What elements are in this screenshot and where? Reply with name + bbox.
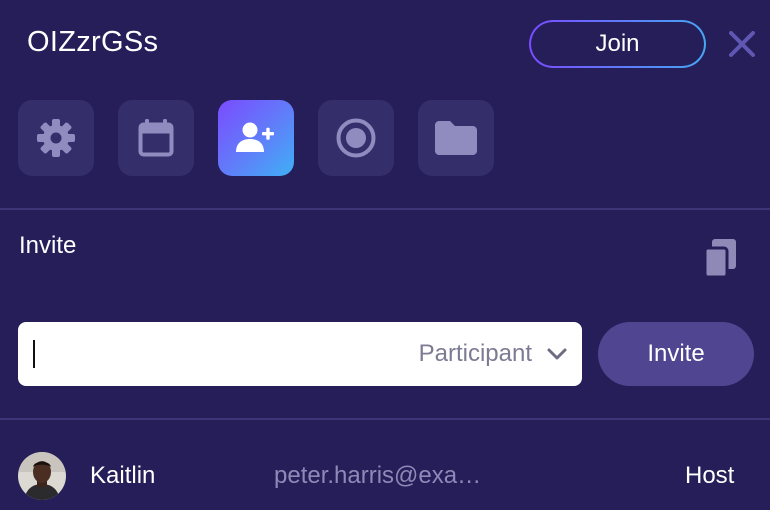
schedule-button[interactable] — [118, 100, 194, 176]
record-icon — [336, 118, 376, 158]
invite-email-input[interactable]: Participant — [18, 322, 582, 386]
invite-section-title: Invite — [19, 232, 77, 259]
participant-avatar — [18, 452, 66, 500]
join-button[interactable]: Join — [529, 20, 706, 68]
close-icon — [729, 31, 755, 57]
settings-button[interactable] — [18, 100, 94, 176]
chevron-down-icon — [547, 348, 567, 360]
gear-icon — [37, 119, 75, 157]
participant-email: peter.harris@exa… — [274, 462, 482, 489]
folder-icon — [435, 121, 477, 155]
copy-link-button[interactable] — [700, 234, 744, 282]
add-user-icon — [236, 122, 274, 152]
participant-name: Kaitlin — [90, 462, 156, 489]
calendar-icon — [138, 119, 174, 157]
role-dropdown[interactable]: Participant — [419, 340, 568, 368]
close-button[interactable] — [726, 28, 758, 60]
files-button[interactable] — [418, 100, 494, 176]
copy-icon — [703, 239, 736, 279]
divider — [0, 208, 770, 210]
text-cursor — [33, 340, 35, 368]
record-button[interactable] — [318, 100, 394, 176]
participant-role: Host — [685, 462, 735, 489]
invite-button[interactable]: Invite — [598, 322, 754, 386]
role-dropdown-value: Participant — [418, 340, 532, 367]
invite-participants-button[interactable] — [218, 100, 294, 176]
divider — [0, 418, 770, 420]
meeting-title: OIZzrGSs — [27, 26, 159, 58]
